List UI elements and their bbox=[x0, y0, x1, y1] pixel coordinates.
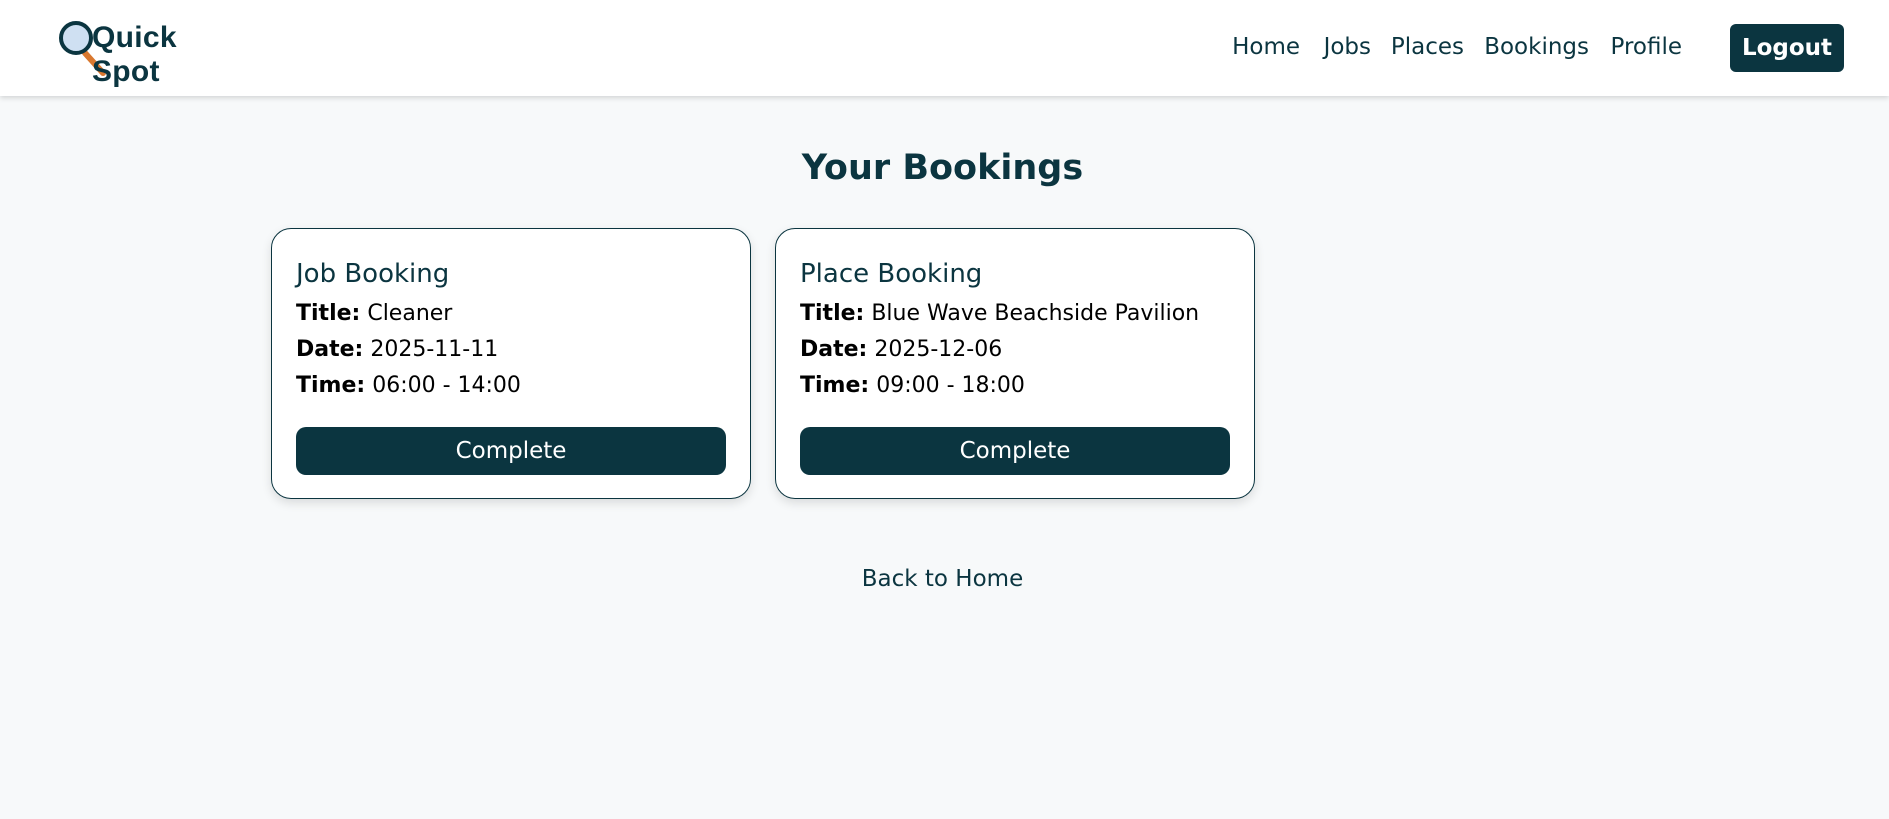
page-title: Your Bookings bbox=[801, 148, 1084, 188]
booking-date-row: Date: 2025-12-06 bbox=[800, 337, 1002, 362]
booking-date-value: 2025-12-06 bbox=[874, 337, 1003, 362]
logout-button[interactable]: Logout bbox=[1730, 24, 1844, 72]
booking-date-label: Date: bbox=[800, 337, 868, 362]
nav-link-profile[interactable]: Profile bbox=[1610, 34, 1682, 60]
booking-title-value: Cleaner bbox=[367, 301, 453, 326]
booking-date-row: Date: 2025-11-11 bbox=[296, 337, 498, 362]
back-to-home-link[interactable]: Back to Home bbox=[0, 566, 1885, 592]
booking-time-row: Time: 09:00 - 18:00 bbox=[800, 373, 1025, 398]
complete-button[interactable]: Complete bbox=[800, 427, 1230, 475]
booking-title-label: Title: bbox=[296, 301, 361, 326]
booking-time-label: Time: bbox=[296, 373, 366, 398]
booking-title-row: Title: Cleaner bbox=[296, 301, 452, 326]
booking-time-row: Time: 06:00 - 14:00 bbox=[296, 373, 521, 398]
booking-card-place: Place Booking Title: Blue Wave Beachside… bbox=[775, 228, 1255, 499]
booking-date-value: 2025-11-11 bbox=[370, 337, 499, 362]
nav-link-bookings[interactable]: Bookings bbox=[1484, 34, 1589, 60]
nav-link-jobs[interactable]: Jobs bbox=[1324, 34, 1371, 60]
booking-time-value: 09:00 - 18:00 bbox=[876, 373, 1025, 398]
booking-card-job: Job Booking Title: Cleaner Date: 2025-11… bbox=[271, 228, 751, 499]
booking-title-label: Title: bbox=[800, 301, 865, 326]
booking-date-label: Date: bbox=[296, 337, 364, 362]
nav-link-home[interactable]: Home bbox=[1232, 34, 1300, 60]
booking-card-heading: Place Booking bbox=[800, 259, 983, 289]
brand-name: Quick Spot bbox=[92, 21, 177, 88]
nav-link-places[interactable]: Places bbox=[1391, 34, 1464, 60]
booking-card-heading: Job Booking bbox=[296, 259, 450, 289]
complete-button[interactable]: Complete bbox=[296, 427, 726, 475]
booking-time-label: Time: bbox=[800, 373, 870, 398]
brand-logo[interactable]: Quick Spot bbox=[58, 19, 248, 88]
top-navbar: Quick Spot Home Jobs Places Bookings Pro… bbox=[0, 0, 1889, 96]
booking-title-row: Title: Blue Wave Beachside Pavilion bbox=[800, 301, 1199, 326]
booking-time-value: 06:00 - 14:00 bbox=[372, 373, 521, 398]
booking-title-value: Blue Wave Beachside Pavilion bbox=[871, 301, 1200, 326]
